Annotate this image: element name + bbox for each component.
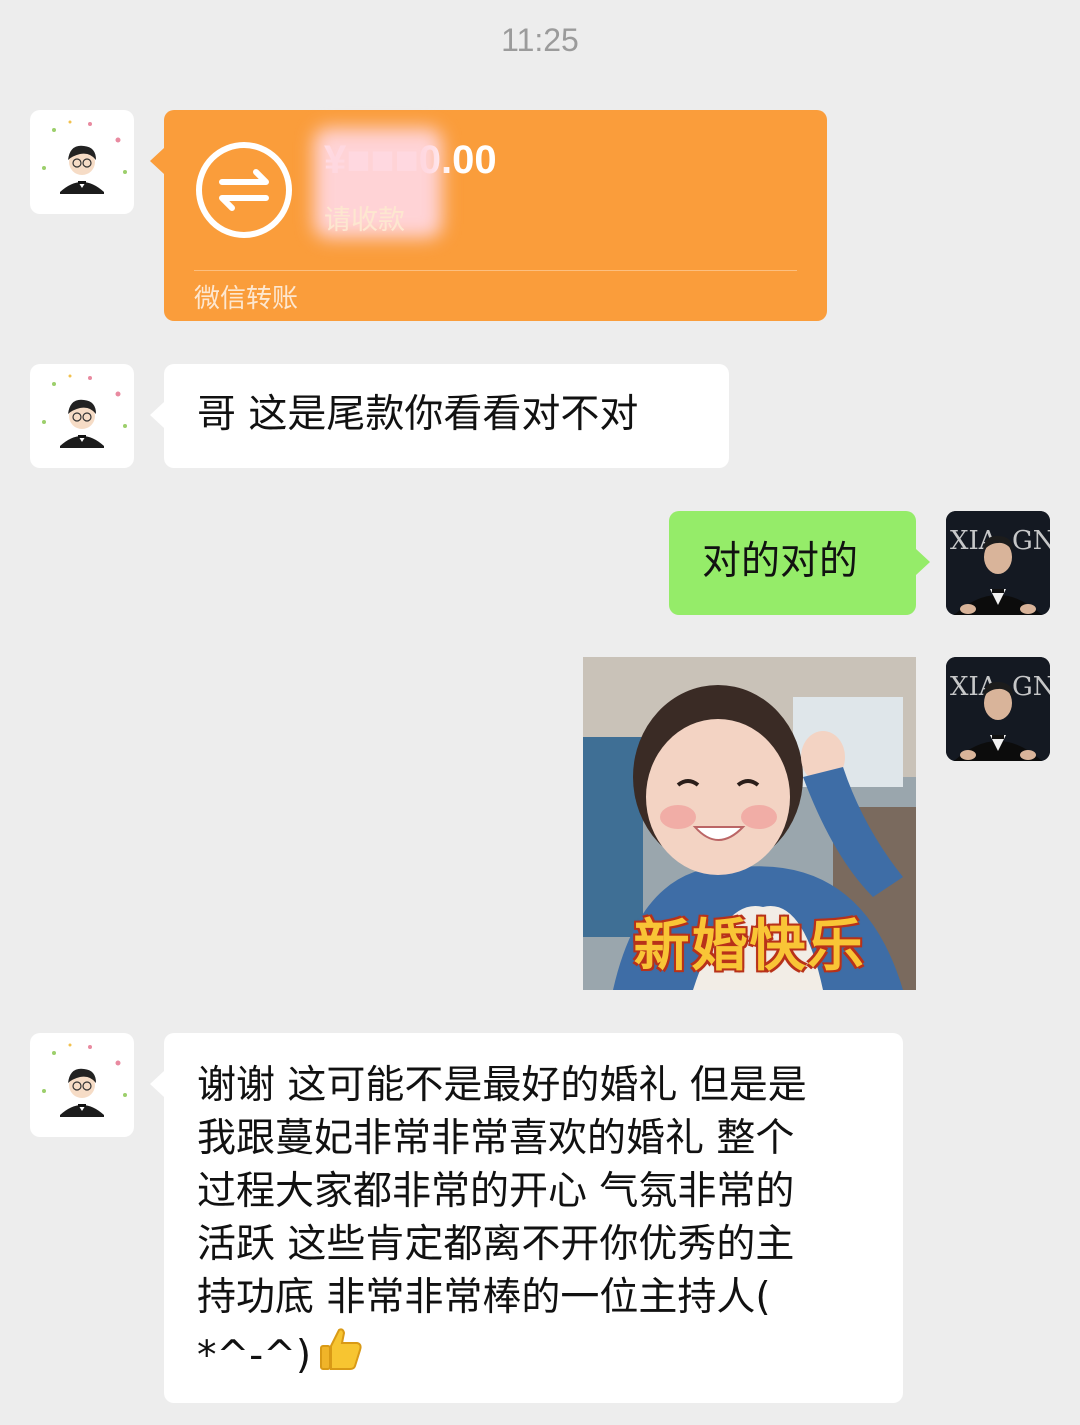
- my-message-bubble[interactable]: 对的对的: [669, 511, 930, 615]
- transfer-label: 微信转账: [194, 284, 299, 314]
- friend-avatar[interactable]: [30, 110, 134, 214]
- my-avatar[interactable]: XIA GN: [946, 657, 1050, 761]
- transfer-arrows-icon: [196, 142, 292, 238]
- friend-avatar[interactable]: [30, 364, 134, 468]
- chat-screen: 11:25 ¥■■■0.00 请收款 微信转账: [0, 0, 1080, 1425]
- message-text: 哥 这是尾款你看看对不对: [197, 392, 639, 437]
- cartoon-avatar-icon: [42, 374, 127, 448]
- sticker-caption: 新婚快乐: [633, 914, 866, 979]
- transfer-card[interactable]: ¥■■■0.00 请收款 微信转账: [150, 110, 827, 321]
- message-text: 对的对的: [702, 539, 859, 584]
- friend-message-bubble[interactable]: 谢谢 这可能不是最好的婚礼 但是是 我跟蔓妃非常非常喜欢的婚礼 整个 过程大家都…: [150, 1033, 903, 1403]
- cartoon-avatar-icon: [42, 1043, 127, 1117]
- message-timestamp: 11:25: [501, 22, 579, 58]
- transfer-status: 请收款: [324, 205, 405, 236]
- my-avatar[interactable]: XIA GN: [946, 511, 1050, 615]
- message-text: 谢谢 这可能不是最好的婚礼 但是是 我跟蔓妃非常非常喜欢的婚礼 整个 过程大家都…: [197, 1063, 807, 1378]
- sticker-image[interactable]: 新婚快乐: [583, 657, 916, 990]
- friend-message-bubble[interactable]: 哥 这是尾款你看看对不对: [150, 364, 729, 468]
- user-photo-avatar-icon: XIA GN: [946, 657, 1050, 761]
- svg-text:GN: GN: [1012, 672, 1050, 702]
- friend-avatar[interactable]: [30, 1033, 134, 1137]
- user-photo-avatar-icon: XIA GN: [946, 511, 1050, 615]
- thumbs-up-emoji: [320, 1328, 362, 1370]
- message-text-wrap: 谢谢 这可能不是最好的婚礼 但是是 我跟蔓妃非常非常喜欢的婚礼 整个 过程大家都…: [197, 1059, 807, 1382]
- cartoon-avatar-icon: [42, 120, 127, 194]
- svg-text:GN: GN: [1012, 526, 1050, 556]
- divider: [194, 270, 797, 271]
